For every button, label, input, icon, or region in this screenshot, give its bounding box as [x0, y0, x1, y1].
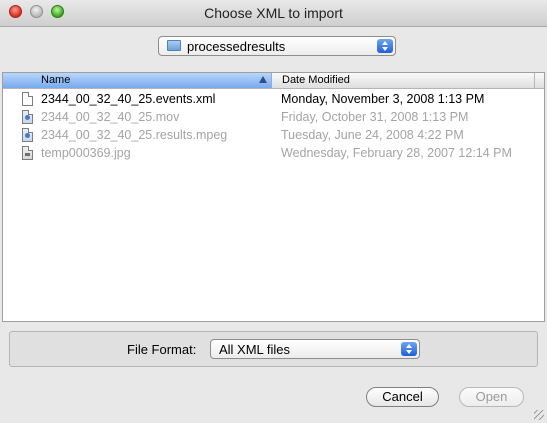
- popup-arrows-icon: [377, 39, 393, 53]
- file-row: 2344_00_32_40_25.results.mpeg Tuesday, J…: [3, 127, 544, 144]
- image-file-icon: [22, 146, 33, 160]
- open-dialog: Choose XML to import processedresults Na…: [0, 0, 547, 423]
- file-date-modified: Friday, October 31, 2008 1:13 PM: [281, 110, 469, 124]
- location-popup[interactable]: processedresults: [158, 36, 396, 56]
- mpeg-file-icon: [22, 128, 33, 142]
- file-name: 2344_00_32_40_25.mov: [41, 110, 180, 124]
- file-date-modified: Tuesday, June 24, 2008 4:22 PM: [281, 128, 464, 142]
- xml-document-icon: [22, 92, 33, 106]
- file-date-modified: Monday, November 3, 2008 1:13 PM: [281, 92, 485, 106]
- file-format-popup[interactable]: All XML files: [210, 339, 420, 359]
- file-name: 2344_00_32_40_25.events.xml: [41, 92, 216, 106]
- file-browser-list[interactable]: Name Date Modified 2344_00_32_40_25.even…: [2, 72, 545, 322]
- name-column-header[interactable]: Name: [3, 73, 272, 88]
- column-divider: [534, 73, 535, 88]
- list-header: Name Date Modified: [3, 73, 544, 89]
- window-title: Choose XML to import: [204, 5, 343, 21]
- location-folder-label: processedresults: [187, 39, 286, 54]
- popup-arrows-icon: [401, 342, 417, 356]
- file-date-modified: Wednesday, February 28, 2007 12:14 PM: [281, 146, 512, 160]
- file-format-selected: All XML files: [219, 342, 291, 357]
- movie-file-icon: [22, 110, 33, 124]
- cancel-button[interactable]: Cancel: [366, 387, 439, 407]
- folder-icon: [167, 40, 181, 51]
- open-button[interactable]: Open: [459, 387, 524, 407]
- date-modified-column-header[interactable]: Date Modified: [282, 74, 350, 86]
- title-bar[interactable]: Choose XML to import: [0, 0, 547, 27]
- file-name: temp000369.jpg: [41, 146, 131, 160]
- file-row[interactable]: 2344_00_32_40_25.events.xml Monday, Nove…: [3, 91, 544, 108]
- file-name: 2344_00_32_40_25.results.mpeg: [41, 128, 228, 142]
- name-column-label: Name: [41, 74, 71, 86]
- file-format-label: File Format:: [127, 342, 197, 357]
- file-row: temp000369.jpg Wednesday, February 28, 2…: [3, 145, 544, 162]
- file-format-panel: File Format: All XML files: [9, 331, 538, 367]
- file-row: 2344_00_32_40_25.mov Friday, October 31,…: [3, 109, 544, 126]
- resize-grip-icon[interactable]: [534, 410, 544, 420]
- sort-ascending-icon: [259, 76, 267, 83]
